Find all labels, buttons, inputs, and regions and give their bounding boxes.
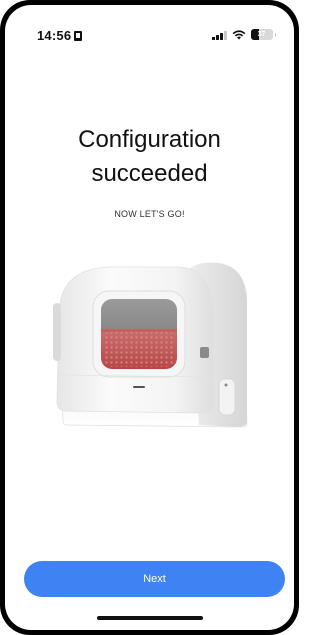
title-line-1: Configuration	[78, 126, 221, 153]
status-bar: 14:56 37	[5, 5, 294, 49]
title-line-2: succeeded	[91, 160, 208, 187]
screen: 14:56 37 Configuration succeeded NOW LET…	[5, 5, 294, 630]
battery-percent: 37	[257, 31, 266, 38]
phone-frame: 14:56 37 Configuration succeeded NOW LET…	[0, 0, 299, 635]
sim-card-icon	[74, 30, 83, 41]
battery-cap	[274, 32, 276, 37]
battery-icon: 37	[250, 29, 273, 40]
status-time-group: 14:56	[37, 28, 83, 43]
next-button[interactable]: Next	[24, 561, 285, 597]
status-time: 14:56	[37, 28, 72, 43]
status-indicators: 37	[212, 29, 276, 40]
litter-box-illustration	[53, 262, 248, 428]
cellular-signal-icon	[212, 30, 227, 40]
wifi-icon	[232, 29, 246, 40]
page-title: Configuration succeeded	[5, 123, 294, 191]
home-indicator[interactable]	[97, 616, 203, 620]
page-subtitle: NOW LET'S GO!	[114, 209, 185, 219]
